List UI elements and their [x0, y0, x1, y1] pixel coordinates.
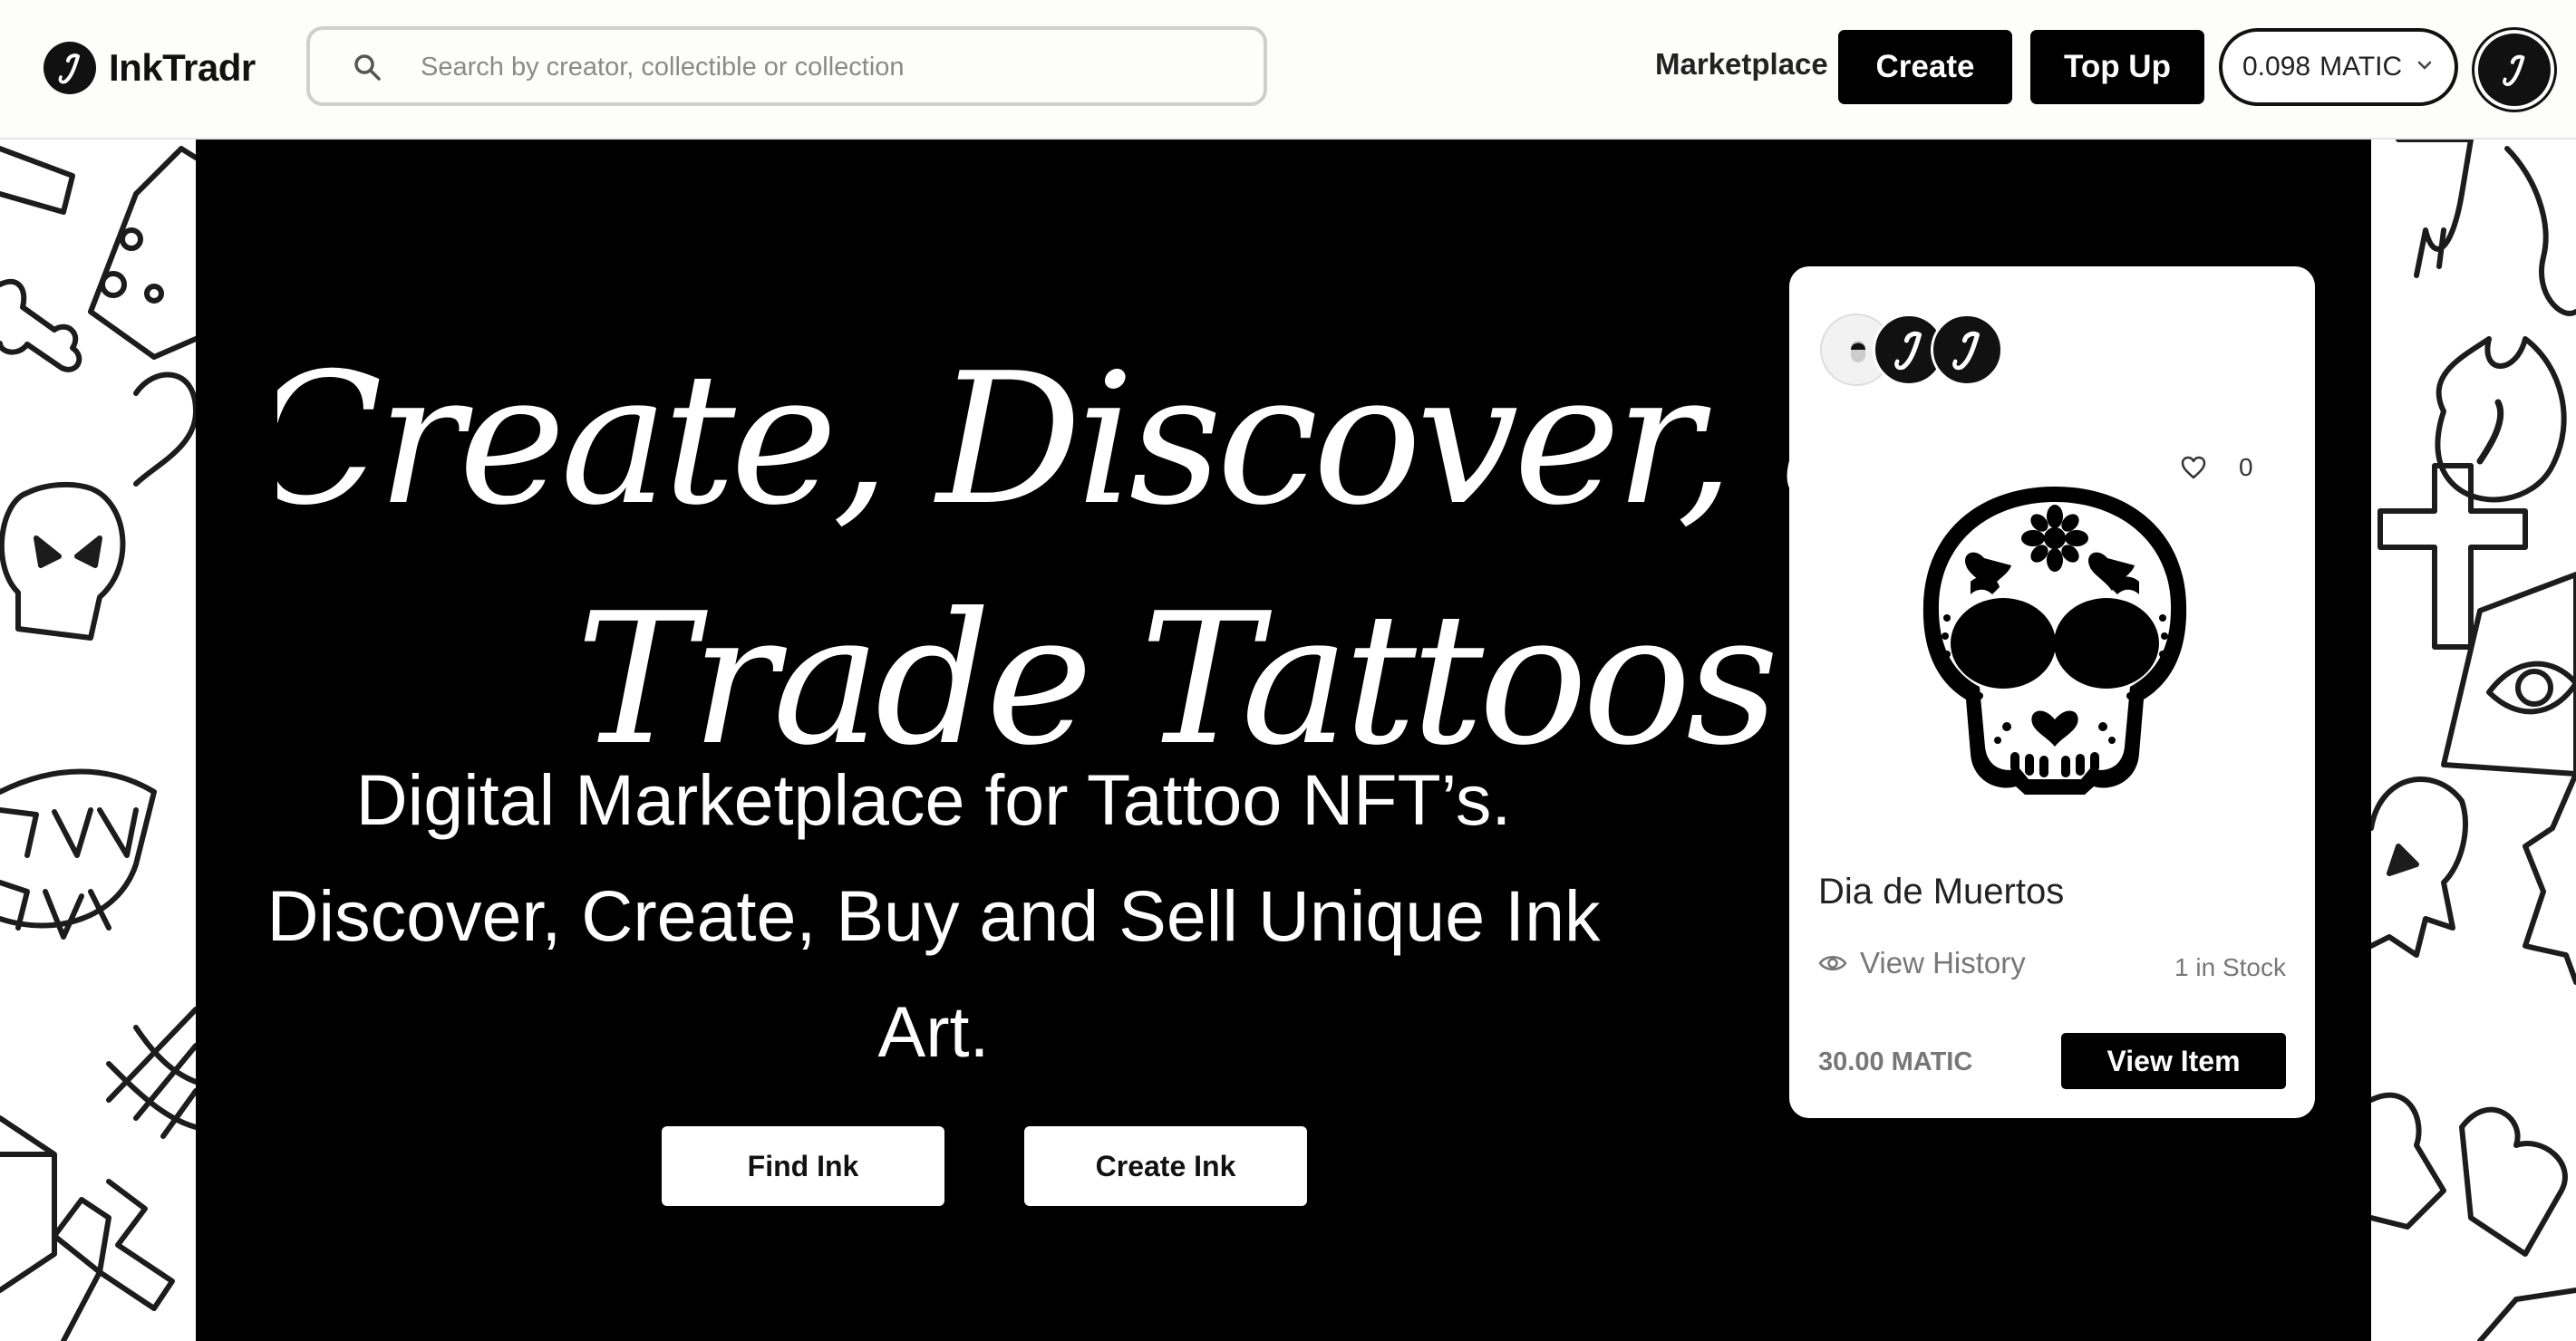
- user-avatar[interactable]: [2474, 30, 2554, 110]
- search-bar: [306, 26, 1267, 106]
- brand-logo-link[interactable]: InkTradr: [44, 36, 256, 100]
- top-navbar: InkTradr Marketplace Create Top Up 0.098…: [0, 0, 2576, 140]
- chevron-down-icon: [2417, 61, 2432, 70]
- create-ink-button[interactable]: Create Ink: [1024, 1126, 1307, 1206]
- view-item-button[interactable]: View Item: [2061, 1033, 2286, 1089]
- item-price: 30.00 MATIC: [1818, 1047, 1973, 1076]
- wallet-currency: MATIC: [2319, 52, 2403, 82]
- heart-icon: [2181, 456, 2206, 479]
- stock-count: 1 in Stock: [2174, 953, 2286, 981]
- nav-marketplace-link[interactable]: Marketplace: [1655, 47, 1828, 82]
- search-icon: [354, 54, 381, 81]
- item-title[interactable]: Dia de Muertos: [1818, 872, 2064, 912]
- search-input[interactable]: [419, 30, 1238, 104]
- create-button[interactable]: Create: [1838, 30, 2012, 104]
- hero-tagline: Digital Marketplace for Tattoo NFT’s. Di…: [266, 759, 1601, 1072]
- owner-avatars: [1820, 314, 2029, 386]
- brand-name: InkTradr: [109, 46, 256, 89]
- like-button[interactable]: 0: [2181, 453, 2253, 482]
- tattoo-doodle-pattern-right: [2371, 140, 2576, 1341]
- top-up-button[interactable]: Top Up: [2030, 30, 2204, 104]
- view-history-label: View History: [1860, 946, 2026, 979]
- like-count: 0: [2239, 453, 2253, 481]
- wallet-balance-value: 0.098: [2242, 52, 2311, 82]
- ink-logo-icon: [2503, 54, 2525, 86]
- owner-avatar[interactable]: [1931, 314, 2003, 386]
- tattoo-doodle-pattern-left: [0, 140, 196, 1341]
- wallet-balance-dropdown[interactable]: 0.098 MATIC: [2219, 28, 2458, 106]
- view-history-link[interactable]: View History: [1818, 946, 2026, 980]
- hero-section: Create, Discover, and Trade Tattoos Digi…: [196, 140, 2371, 1341]
- featured-item-card: 0 Dia de Muertos View History 1 in Stock…: [1789, 266, 2315, 1118]
- ink-logo-icon: [44, 42, 96, 94]
- eye-icon: [1818, 956, 1847, 970]
- sugar-skull-artwork[interactable]: [1916, 482, 2193, 796]
- find-ink-button[interactable]: Find Ink: [662, 1126, 944, 1206]
